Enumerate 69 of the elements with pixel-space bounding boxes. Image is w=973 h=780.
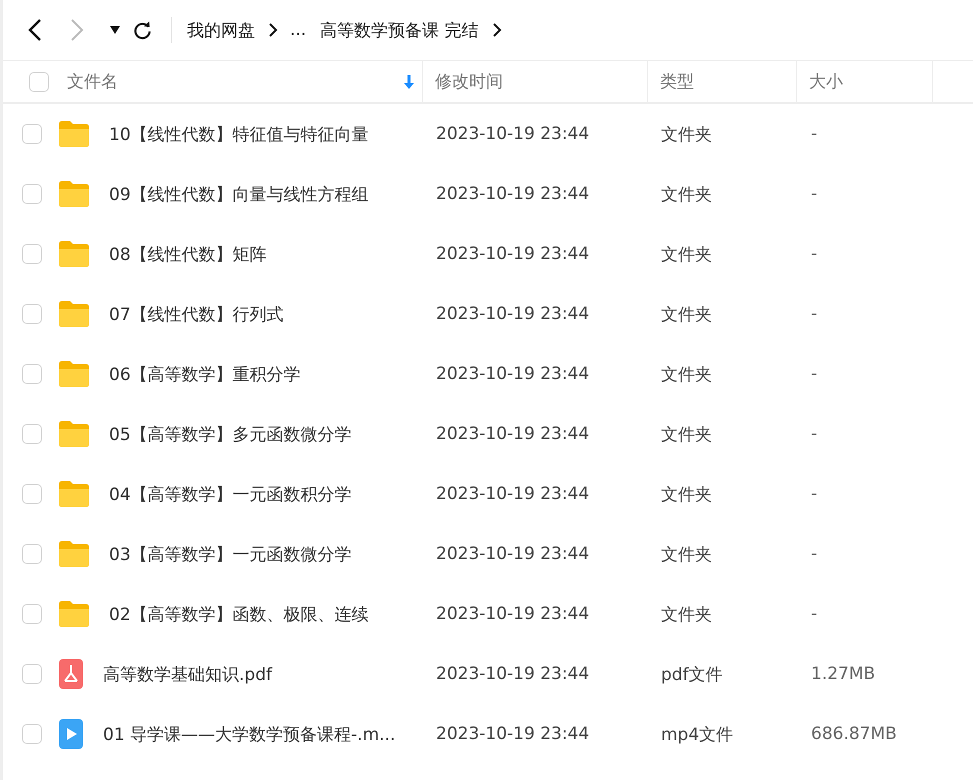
file-name[interactable]: 08【线性代数】矩阵: [109, 242, 267, 266]
file-size: -: [811, 544, 818, 564]
refresh-icon[interactable]: [133, 20, 152, 40]
modified-time: 2023-10-19 23:44: [436, 544, 590, 564]
modified-time: 2023-10-19 23:44: [436, 484, 590, 504]
breadcrumb-item[interactable]: ...: [290, 20, 306, 40]
row-checkbox[interactable]: [22, 604, 42, 624]
file-name[interactable]: 01 导学课——大学数学预备课程-.m...: [103, 722, 396, 746]
file-name[interactable]: 07【线性代数】行列式: [109, 302, 284, 326]
file-size: -: [811, 484, 818, 504]
file-name[interactable]: 09【线性代数】向量与线性方程组: [109, 182, 369, 206]
column-header[interactable]: 文件名: [67, 70, 118, 93]
file-size: -: [811, 604, 818, 624]
back-icon[interactable]: [28, 18, 42, 42]
file-type: 文件夹: [661, 424, 712, 444]
file-size: -: [811, 424, 818, 444]
modified-time: 2023-10-19 23:44: [436, 184, 590, 204]
row-checkbox[interactable]: [22, 244, 42, 264]
file-size: -: [811, 244, 818, 264]
file-size: 1.27MB: [811, 664, 876, 684]
file-name[interactable]: 高等数学基础知识.pdf: [103, 662, 272, 686]
file-type: 文件夹: [661, 304, 712, 324]
chevron-icon: [492, 23, 502, 37]
row-checkbox[interactable]: [22, 484, 42, 504]
row-checkbox[interactable]: [22, 544, 42, 564]
file-name[interactable]: 04【高等数学】一元函数积分学: [109, 482, 352, 506]
file-name[interactable]: 10【线性代数】特征值与特征向量: [109, 122, 369, 146]
modified-time: 2023-10-19 23:44: [436, 244, 590, 264]
modified-time: 2023-10-19 23:44: [436, 124, 590, 144]
file-size: -: [811, 184, 818, 204]
file-type: 文件夹: [661, 364, 712, 384]
chevron-icon: [269, 23, 278, 37]
file-type: 文件夹: [661, 124, 712, 144]
file-type: 文件夹: [661, 244, 712, 264]
modified-time: 2023-10-19 23:44: [436, 664, 590, 684]
file-name[interactable]: 06【高等数学】重积分学: [109, 362, 301, 386]
file-type: pdf文件: [661, 664, 723, 684]
modified-time: 2023-10-19 23:44: [436, 364, 590, 384]
file-size: -: [811, 124, 818, 144]
sort-arrow-icon[interactable]: [404, 74, 414, 88]
row-checkbox[interactable]: [22, 364, 42, 384]
row-checkbox[interactable]: [22, 184, 42, 204]
file-name[interactable]: 05【高等数学】多元函数微分学: [109, 422, 352, 446]
select-all-checkbox[interactable]: [29, 72, 49, 92]
row-checkbox[interactable]: [22, 124, 42, 144]
row-checkbox[interactable]: [22, 724, 42, 744]
row-checkbox[interactable]: [22, 424, 42, 444]
file-size: -: [811, 304, 818, 324]
file-name[interactable]: 03【高等数学】一元函数微分学: [109, 542, 352, 566]
caret-icon[interactable]: [110, 26, 120, 34]
file-size: 686.87MB: [811, 724, 897, 744]
file-name[interactable]: 02【高等数学】函数、极限、连续: [109, 602, 369, 626]
modified-time: 2023-10-19 23:44: [436, 304, 590, 324]
column-header[interactable]: 大小: [809, 70, 843, 93]
file-type: 文件夹: [661, 604, 712, 624]
file-size: -: [811, 364, 818, 384]
file-type: 文件夹: [661, 184, 712, 204]
modified-time: 2023-10-19 23:44: [436, 604, 590, 624]
file-type: 文件夹: [661, 484, 712, 504]
row-checkbox[interactable]: [22, 304, 42, 324]
modified-time: 2023-10-19 23:44: [436, 724, 590, 744]
breadcrumb-item[interactable]: 高等数学预备课 完结: [320, 18, 479, 42]
row-checkbox[interactable]: [22, 664, 42, 684]
file-type: 文件夹: [661, 544, 712, 564]
breadcrumb-item[interactable]: 我的网盘: [187, 18, 255, 42]
column-header[interactable]: 修改时间: [435, 70, 503, 93]
modified-time: 2023-10-19 23:44: [436, 424, 590, 444]
column-header[interactable]: 类型: [660, 70, 694, 93]
file-type: mp4文件: [661, 724, 734, 744]
